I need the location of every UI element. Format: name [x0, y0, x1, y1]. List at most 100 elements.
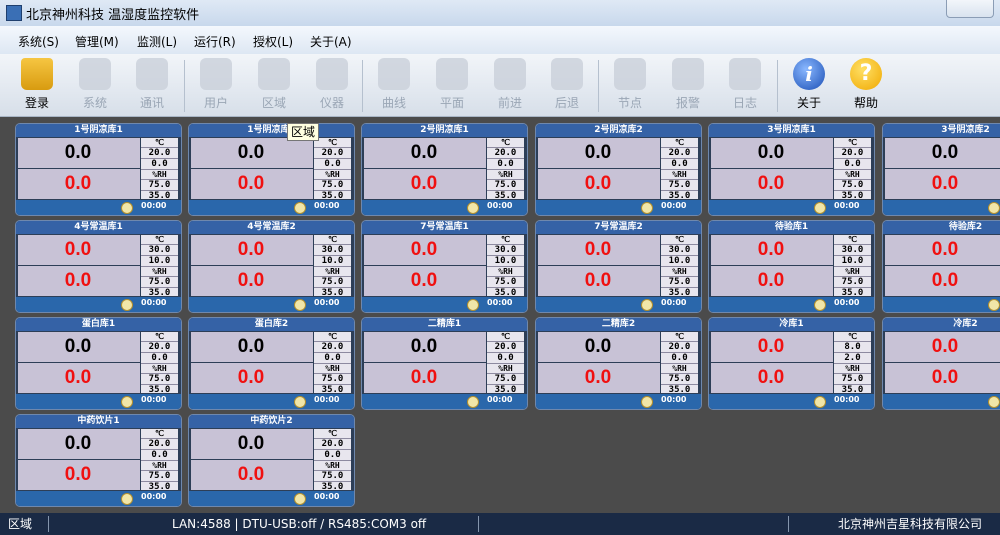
humidity-value: 0.0: [931, 367, 959, 388]
sensor-card[interactable]: 7号常温库2 0.0 0.0 ℃ 30.0 10.0 %RH 75.0 35.0 00:00: [535, 220, 702, 313]
toolbar-label: 关于: [796, 96, 821, 110]
toolbar-label: 报警: [675, 96, 700, 110]
temp-high: 20.0: [141, 148, 178, 159]
clock-icon: [641, 202, 653, 214]
toolbar-button-8[interactable]: 前进: [486, 58, 534, 114]
temperature-value: 0.0: [757, 336, 785, 357]
sensor-card[interactable]: 蛋白库2 0.0 0.0 ℃ 20.0 0.0 %RH 75.0 35.0 00:00: [188, 317, 355, 410]
window-controls[interactable]: [946, 0, 994, 18]
hum-unit: %RH: [661, 170, 698, 180]
menu-run[interactable]: 运行(R): [194, 33, 236, 50]
sensor-card[interactable]: 待验库20.00.0℃30.010.0%RH75.035.000:00: [882, 220, 1000, 313]
sensor-card[interactable]: 2号阴凉库1 0.0 0.0 ℃ 20.0 0.0 %RH 75.0 35.0 00:00: [361, 123, 528, 216]
sensor-card[interactable]: 蛋白库1 0.0 0.0 ℃ 20.0 0.0 %RH 75.0 35.0 00:00: [15, 317, 182, 410]
temperature-value: 0.0: [410, 239, 438, 260]
toolbar-button-2[interactable]: 通讯: [128, 58, 176, 114]
temp-low: 0.0: [314, 353, 351, 364]
sensor-name: 7号常温库2: [536, 221, 701, 234]
temp-high: 20.0: [141, 439, 178, 450]
tooltip: 区域: [287, 123, 320, 141]
temperature-value: 0.0: [64, 142, 92, 163]
clock-icon: [294, 396, 306, 408]
toolbar-button-0[interactable]: 登录: [13, 58, 61, 114]
limits: ℃ 20.0 0.0 %RH 75.0 35.0: [313, 138, 351, 201]
card-footer: 00:00: [189, 394, 354, 409]
toolbar-button-14[interactable]: ? 帮助: [842, 58, 890, 114]
temp-high: 20.0: [661, 148, 698, 159]
temp-high: 30.0: [314, 245, 351, 256]
toolbar-button-13[interactable]: i 关于: [785, 58, 833, 114]
sensor-card[interactable]: 3号阴凉库20.00.0℃20.00.0%RH75.035.000:00: [882, 123, 1000, 216]
update-time: 00:00: [141, 492, 167, 501]
toolbar-button-11[interactable]: 报警: [664, 58, 712, 114]
toolbar-button-5[interactable]: 仪器: [308, 58, 356, 114]
card-footer: 00:00: [16, 491, 181, 506]
hum-unit: %RH: [487, 267, 524, 277]
toolbar-button-3[interactable]: 用户: [192, 58, 240, 114]
menu-license[interactable]: 授权(L): [253, 33, 293, 50]
menu-about[interactable]: 关于(A): [310, 33, 352, 50]
limits: ℃ 30.0 10.0 %RH 75.0 35.0: [660, 235, 698, 298]
sensor-card[interactable]: 7号常温库1 0.0 0.0 ℃ 30.0 10.0 %RH 75.0 35.0 00:00: [361, 220, 528, 313]
sensor-name: 1号阴凉库1: [16, 124, 181, 137]
card-footer: 00:00: [536, 394, 701, 409]
temperature-value: 0.0: [237, 239, 265, 260]
temp-low: 0.0: [487, 353, 524, 364]
menu-manage[interactable]: 管理(M): [75, 33, 119, 50]
toolbar-button-1[interactable]: 系统: [71, 58, 119, 114]
sensor-name: 2号阴凉库1: [362, 124, 527, 137]
temp-unit: ℃: [834, 332, 871, 342]
sensor-name: 中药饮片2: [189, 415, 354, 428]
humidity-value: 0.0: [757, 173, 785, 194]
toolbar-button-6[interactable]: 曲线: [370, 58, 418, 114]
temp-unit: ℃: [141, 138, 178, 148]
update-time: 00:00: [141, 298, 167, 307]
temp-low: 0.0: [314, 450, 351, 461]
sensor-body: 0.0 0.0 ℃30.010.0%RH75.035.0: [191, 235, 351, 298]
hum-high: 75.0: [487, 374, 524, 385]
menu-monitor[interactable]: 监测(L): [137, 33, 177, 50]
sensor-card[interactable]: 中药饮片1 0.0 0.0 ℃ 20.0 0.0 %RH 75.0 35.0 00:00: [15, 414, 182, 507]
toolbar-button-9[interactable]: 后退: [543, 58, 591, 114]
sensor-card[interactable]: 1号阴凉库2 0.0 0.0 ℃ 20.0 0.0 %RH 75.0 35.0 00:00: [188, 123, 355, 216]
temp-unit: ℃: [834, 235, 871, 245]
temp-low: 10.0: [141, 256, 178, 267]
sensor-card[interactable]: 冷库20.00.0℃8.02.0%RH75.035.000:00: [882, 317, 1000, 410]
humidity-value: 0.0: [410, 367, 438, 388]
temperature-value: 0.0: [410, 142, 438, 163]
sensor-card[interactable]: 二精库2 0.0 0.0 ℃ 20.0 0.0 %RH 75.0 35.0 00:00: [535, 317, 702, 410]
toolbar-button-12[interactable]: 日志: [721, 58, 769, 114]
toolbar-button-7[interactable]: 平面: [428, 58, 476, 114]
sensor-body: 0.0 0.0 ℃30.010.0%RH75.035.0: [364, 235, 524, 298]
hum-high: 75.0: [834, 277, 871, 288]
humidity-value: 0.0: [237, 173, 265, 194]
hum-unit: %RH: [834, 267, 871, 277]
temp-unit: ℃: [314, 138, 351, 148]
sensor-name: 2号阴凉库2: [536, 124, 701, 137]
sensor-card[interactable]: 4号常温库2 0.0 0.0 ℃ 30.0 10.0 %RH 75.0 35.0 00:00: [188, 220, 355, 313]
temp-low: 0.0: [141, 159, 178, 170]
card-footer: 00:00: [16, 394, 181, 409]
sensor-card[interactable]: 2号阴凉库2 0.0 0.0 ℃ 20.0 0.0 %RH 75.0 35.0 00:00: [535, 123, 702, 216]
sensor-body: 0.00.0℃20.00.0%RH75.035.0: [711, 138, 871, 201]
sensor-card[interactable]: 二精库1 0.0 0.0 ℃ 20.0 0.0 %RH 75.0 35.0 00:00: [361, 317, 528, 410]
users-icon: [200, 58, 232, 90]
status-company: 北京神州吉星科技有限公司: [838, 517, 983, 531]
menu-bar: 系统(S) 管理(M) 监测(L) 运行(R) 授权(L) 关于(A): [0, 26, 1000, 54]
sensor-body: 0.00.0℃20.00.0%RH75.035.0: [18, 332, 178, 395]
toolbar-button-10[interactable]: 节点: [606, 58, 654, 114]
toolbar-label: 用户: [203, 96, 228, 110]
hum-high: 75.0: [141, 471, 178, 482]
humidity-value: 0.0: [584, 173, 612, 194]
sensor-card[interactable]: 冷库1 0.0 0.0 ℃ 8.0 2.0 %RH 75.0 35.0 00:00: [708, 317, 875, 410]
sensor-card[interactable]: 3号阴凉库1 0.0 0.0 ℃ 20.0 0.0 %RH 75.0 35.0 00:00: [708, 123, 875, 216]
sensor-card[interactable]: 待验库1 0.0 0.0 ℃ 30.0 10.0 %RH 75.0 35.0 00:00: [708, 220, 875, 313]
temperature-value: 0.0: [410, 336, 438, 357]
sensor-card[interactable]: 1号阴凉库1 0.0 0.0 ℃ 20.0 0.0 %RH 75.0 35.0 00:00: [15, 123, 182, 216]
temp-high: 8.0: [834, 342, 871, 353]
toolbar-button-4[interactable]: 区域: [250, 58, 298, 114]
menu-system[interactable]: 系统(S): [18, 33, 59, 50]
sensor-card[interactable]: 4号常温库1 0.0 0.0 ℃ 30.0 10.0 %RH 75.0 35.0 00:00: [15, 220, 182, 313]
sensor-card[interactable]: 中药饮片2 0.0 0.0 ℃ 20.0 0.0 %RH 75.0 35.0 00:00: [188, 414, 355, 507]
toolbar-label: 节点: [617, 96, 642, 110]
